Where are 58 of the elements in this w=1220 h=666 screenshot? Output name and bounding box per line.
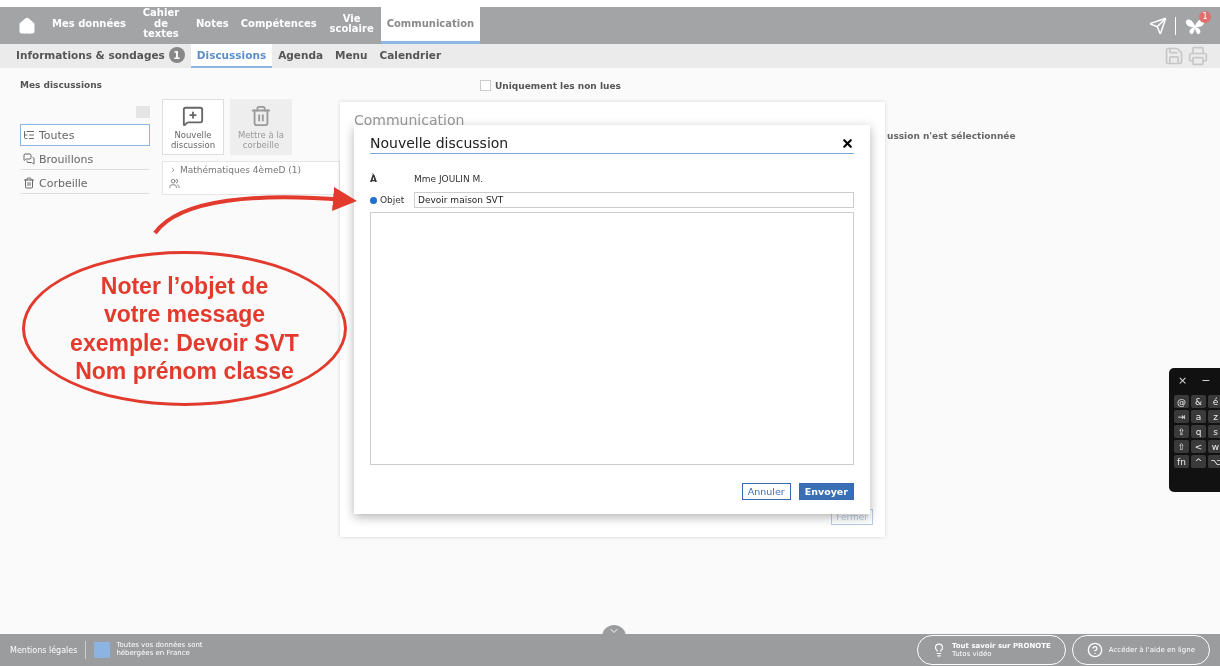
key[interactable]: é xyxy=(1208,395,1220,408)
keyboard-minimize[interactable]: − xyxy=(1201,374,1211,387)
key[interactable]: a xyxy=(1191,410,1206,423)
key[interactable]: < xyxy=(1191,440,1206,453)
folder-icon xyxy=(23,177,35,189)
sub-tab[interactable]: Agenda xyxy=(272,44,329,68)
key[interactable]: & xyxy=(1191,395,1206,408)
key[interactable]: ^ xyxy=(1191,455,1206,468)
required-dot-icon xyxy=(370,196,377,204)
send-icon[interactable] xyxy=(1149,16,1167,35)
key[interactable]: ⌥ xyxy=(1208,455,1220,468)
keyboard-close[interactable]: × xyxy=(1178,374,1188,387)
tool-icon xyxy=(250,105,272,128)
key[interactable]: fn xyxy=(1174,455,1189,468)
key[interactable]: w xyxy=(1208,440,1220,453)
close-icon[interactable] xyxy=(841,136,854,150)
callout-text: Noter l’objet de votre message exemple: Devoir SVT Nom prénom classe xyxy=(70,272,299,385)
key[interactable]: ⇪ xyxy=(1174,425,1189,438)
panel-title: Mes discussions xyxy=(20,80,103,90)
france-icon xyxy=(94,642,111,658)
sub-tab[interactable]: Menu xyxy=(329,44,374,68)
caret-icon xyxy=(169,166,177,174)
send-button[interactable]: Envoyer xyxy=(798,483,854,500)
key[interactable]: z xyxy=(1208,410,1220,423)
count-badge: 1 xyxy=(168,47,185,63)
sub-tab[interactable]: Calendrier xyxy=(373,44,448,68)
folder-item[interactable]: Toutes xyxy=(20,124,150,146)
folder-icon xyxy=(23,129,35,141)
notification-badge: 1 xyxy=(1199,10,1211,23)
unread-filter[interactable]: Uniquement les non lues xyxy=(480,80,1220,91)
field-label: À xyxy=(370,174,378,184)
checkbox[interactable] xyxy=(480,80,491,91)
dialog-title: Communication xyxy=(354,112,465,128)
help-icon xyxy=(1086,642,1103,658)
key[interactable]: ⇥ xyxy=(1174,410,1189,423)
folder-item[interactable]: Corbeille xyxy=(20,172,150,194)
folder-item[interactable]: Brouillons xyxy=(20,148,150,170)
key[interactable]: q xyxy=(1191,425,1206,438)
folder-icon xyxy=(23,153,35,165)
recipient: Mme JOULIN M. xyxy=(414,174,484,184)
nav-tab[interactable]: Communication xyxy=(380,7,481,44)
empty-message: ussion n'est sélectionnée xyxy=(887,131,1017,141)
key[interactable]: @ xyxy=(1174,395,1189,408)
print-icon[interactable] xyxy=(1188,46,1208,66)
key[interactable]: ⇧ xyxy=(1174,440,1189,453)
group-icon xyxy=(169,178,180,189)
save-icon[interactable] xyxy=(1164,46,1184,66)
subject-field[interactable]: Devoir maison SVT xyxy=(414,192,854,208)
cancel-button[interactable]: Annuler xyxy=(741,483,791,500)
toolbar-button[interactable]: Nouvelle discussion xyxy=(162,99,224,155)
sub-tab[interactable]: Informations & sondages 1 xyxy=(10,44,191,68)
thread-item[interactable]: Mathématiques 4èmeD (1) xyxy=(162,161,340,195)
message-field[interactable] xyxy=(370,212,854,465)
sub-tab[interactable]: Discussions xyxy=(190,44,273,68)
key[interactable]: s xyxy=(1208,425,1220,438)
tool-icon xyxy=(182,105,204,128)
field-label: Objet xyxy=(380,195,406,205)
dialog-title: Nouvelle discussion xyxy=(370,135,509,151)
